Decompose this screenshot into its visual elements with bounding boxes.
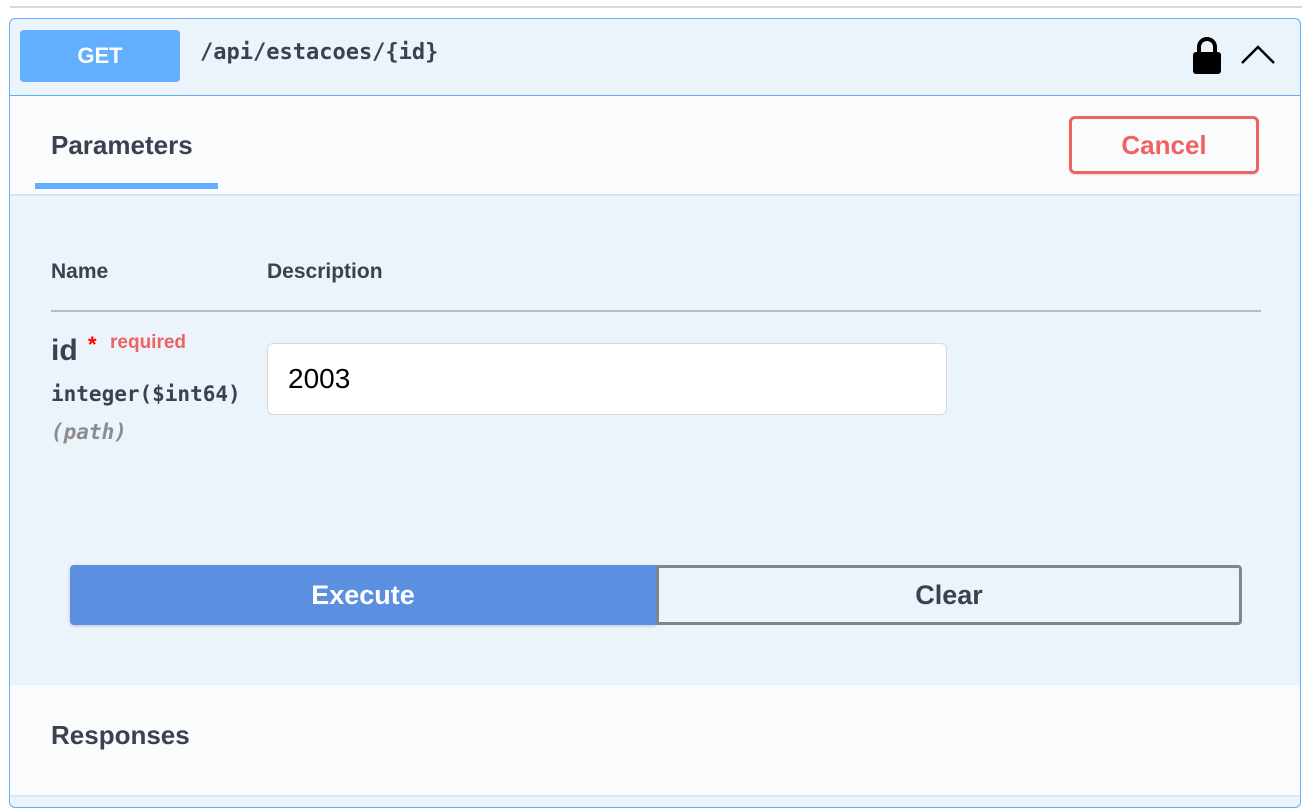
header-divider xyxy=(51,310,1261,312)
section-divider xyxy=(10,6,1302,8)
cancel-button[interactable]: Cancel xyxy=(1069,116,1259,174)
clear-button[interactable]: Clear xyxy=(656,565,1242,625)
tab-parameters[interactable]: Parameters xyxy=(51,130,193,161)
endpoint-summary[interactable]: GET /api/estacoes/{id} xyxy=(10,19,1300,96)
execute-button-group: Execute Clear xyxy=(70,565,1242,625)
required-star: * xyxy=(88,332,97,357)
column-header-description: Description xyxy=(267,260,383,283)
active-tab-indicator xyxy=(35,183,218,189)
responses-header: Responses xyxy=(10,685,1300,795)
parameter-location: (path) xyxy=(51,420,127,444)
lock-icon[interactable] xyxy=(1192,36,1222,76)
parameters-body: Name Description id * required integer($… xyxy=(10,194,1300,685)
endpoint-path: /api/estacoes/{id} xyxy=(200,40,439,65)
execute-button[interactable]: Execute xyxy=(70,565,656,625)
parameters-tab-header: Parameters Cancel xyxy=(10,96,1300,194)
required-label: required xyxy=(110,332,187,353)
id-input[interactable] xyxy=(267,343,947,415)
column-header-name: Name xyxy=(51,260,109,283)
endpoint-block: GET /api/estacoes/{id} Parameters Cancel… xyxy=(9,18,1301,808)
responses-title: Responses xyxy=(51,720,190,750)
parameter-name: id xyxy=(51,334,78,367)
http-method-badge: GET xyxy=(20,30,180,82)
chevron-up-icon[interactable] xyxy=(1240,39,1276,69)
parameter-type: integer($int64) xyxy=(51,382,241,406)
